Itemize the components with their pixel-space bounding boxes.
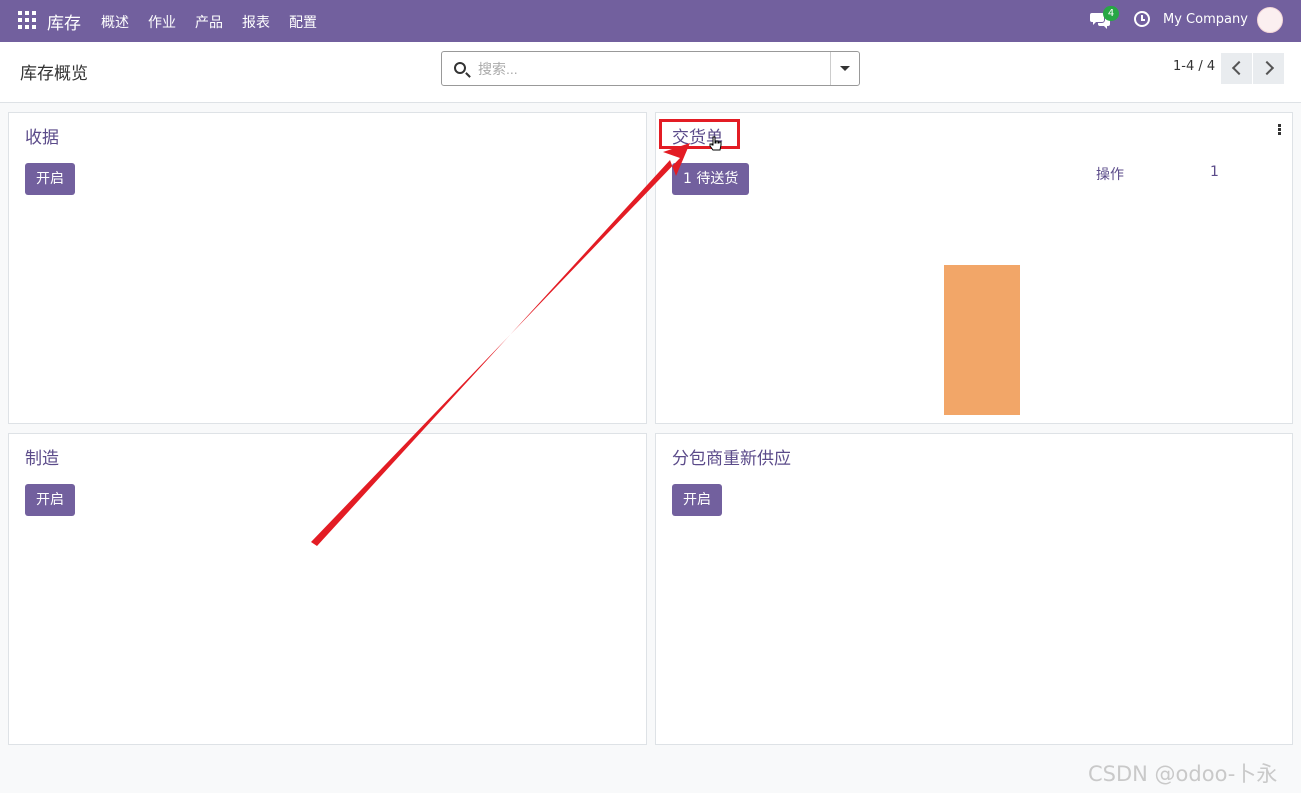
card-title[interactable]: 收据 — [25, 123, 59, 148]
kanban-card-delivery-orders: 交货单 1 待送货 操作 1 — [655, 112, 1293, 424]
page-title: 库存概览 — [20, 64, 88, 84]
menu-item-overview[interactable]: 概述 — [101, 12, 129, 32]
card-title[interactable]: 制造 — [25, 444, 59, 469]
annotation-highlight-box — [659, 119, 740, 149]
open-button[interactable]: 开启 — [25, 163, 75, 195]
menu-item-operations[interactable]: 作业 — [148, 12, 176, 32]
pager-previous-button[interactable] — [1221, 53, 1252, 84]
to-process-button[interactable]: 1 待送货 — [672, 163, 750, 195]
card-title[interactable]: 分包商重新供应 — [672, 444, 791, 469]
user-avatar[interactable] — [1257, 7, 1283, 33]
pager-value[interactable]: 1-4 / 4 — [1173, 59, 1215, 74]
kanban-card-subcontracting-resupply: 分包商重新供应 开启 — [655, 433, 1293, 745]
pager-next-button[interactable] — [1253, 53, 1284, 84]
menu-item-reporting[interactable]: 报表 — [242, 12, 270, 32]
operations-label[interactable]: 操作 — [1096, 164, 1124, 184]
search-bar — [441, 51, 860, 86]
search-icon — [454, 62, 466, 74]
control-panel: 库存概览 1-4 / 4 — [0, 42, 1301, 103]
operations-count[interactable]: 1 — [1210, 164, 1219, 180]
menu-item-products[interactable]: 产品 — [195, 12, 223, 32]
delivery-graph[interactable] — [672, 223, 1276, 415]
search-input[interactable] — [478, 58, 828, 80]
kanban-card-manufacturing: 制造 开启 — [8, 433, 647, 745]
kanban-card-receipts: 收据 开启 — [8, 112, 647, 424]
activity-clock-icon[interactable] — [1134, 11, 1150, 27]
top-navbar: 库存 概述 作业 产品 报表 配置 4 My Company — [0, 0, 1301, 42]
company-switcher[interactable]: My Company — [1163, 12, 1248, 27]
hand-cursor-icon — [709, 136, 722, 151]
watermark: CSDN @odoo-卜永 — [1088, 762, 1278, 786]
menu-item-configuration[interactable]: 配置 — [289, 12, 317, 32]
card-options-icon[interactable] — [1278, 124, 1282, 136]
open-button[interactable]: 开启 — [672, 484, 722, 516]
app-brand[interactable]: 库存 — [47, 9, 81, 34]
open-button[interactable]: 开启 — [25, 484, 75, 516]
graph-bar[interactable] — [944, 265, 1020, 415]
apps-menu-icon[interactable] — [18, 11, 36, 29]
main-menu: 概述 作业 产品 报表 配置 — [101, 12, 336, 32]
chat-count-badge: 4 — [1103, 6, 1119, 21]
search-options-toggle[interactable] — [830, 52, 859, 85]
